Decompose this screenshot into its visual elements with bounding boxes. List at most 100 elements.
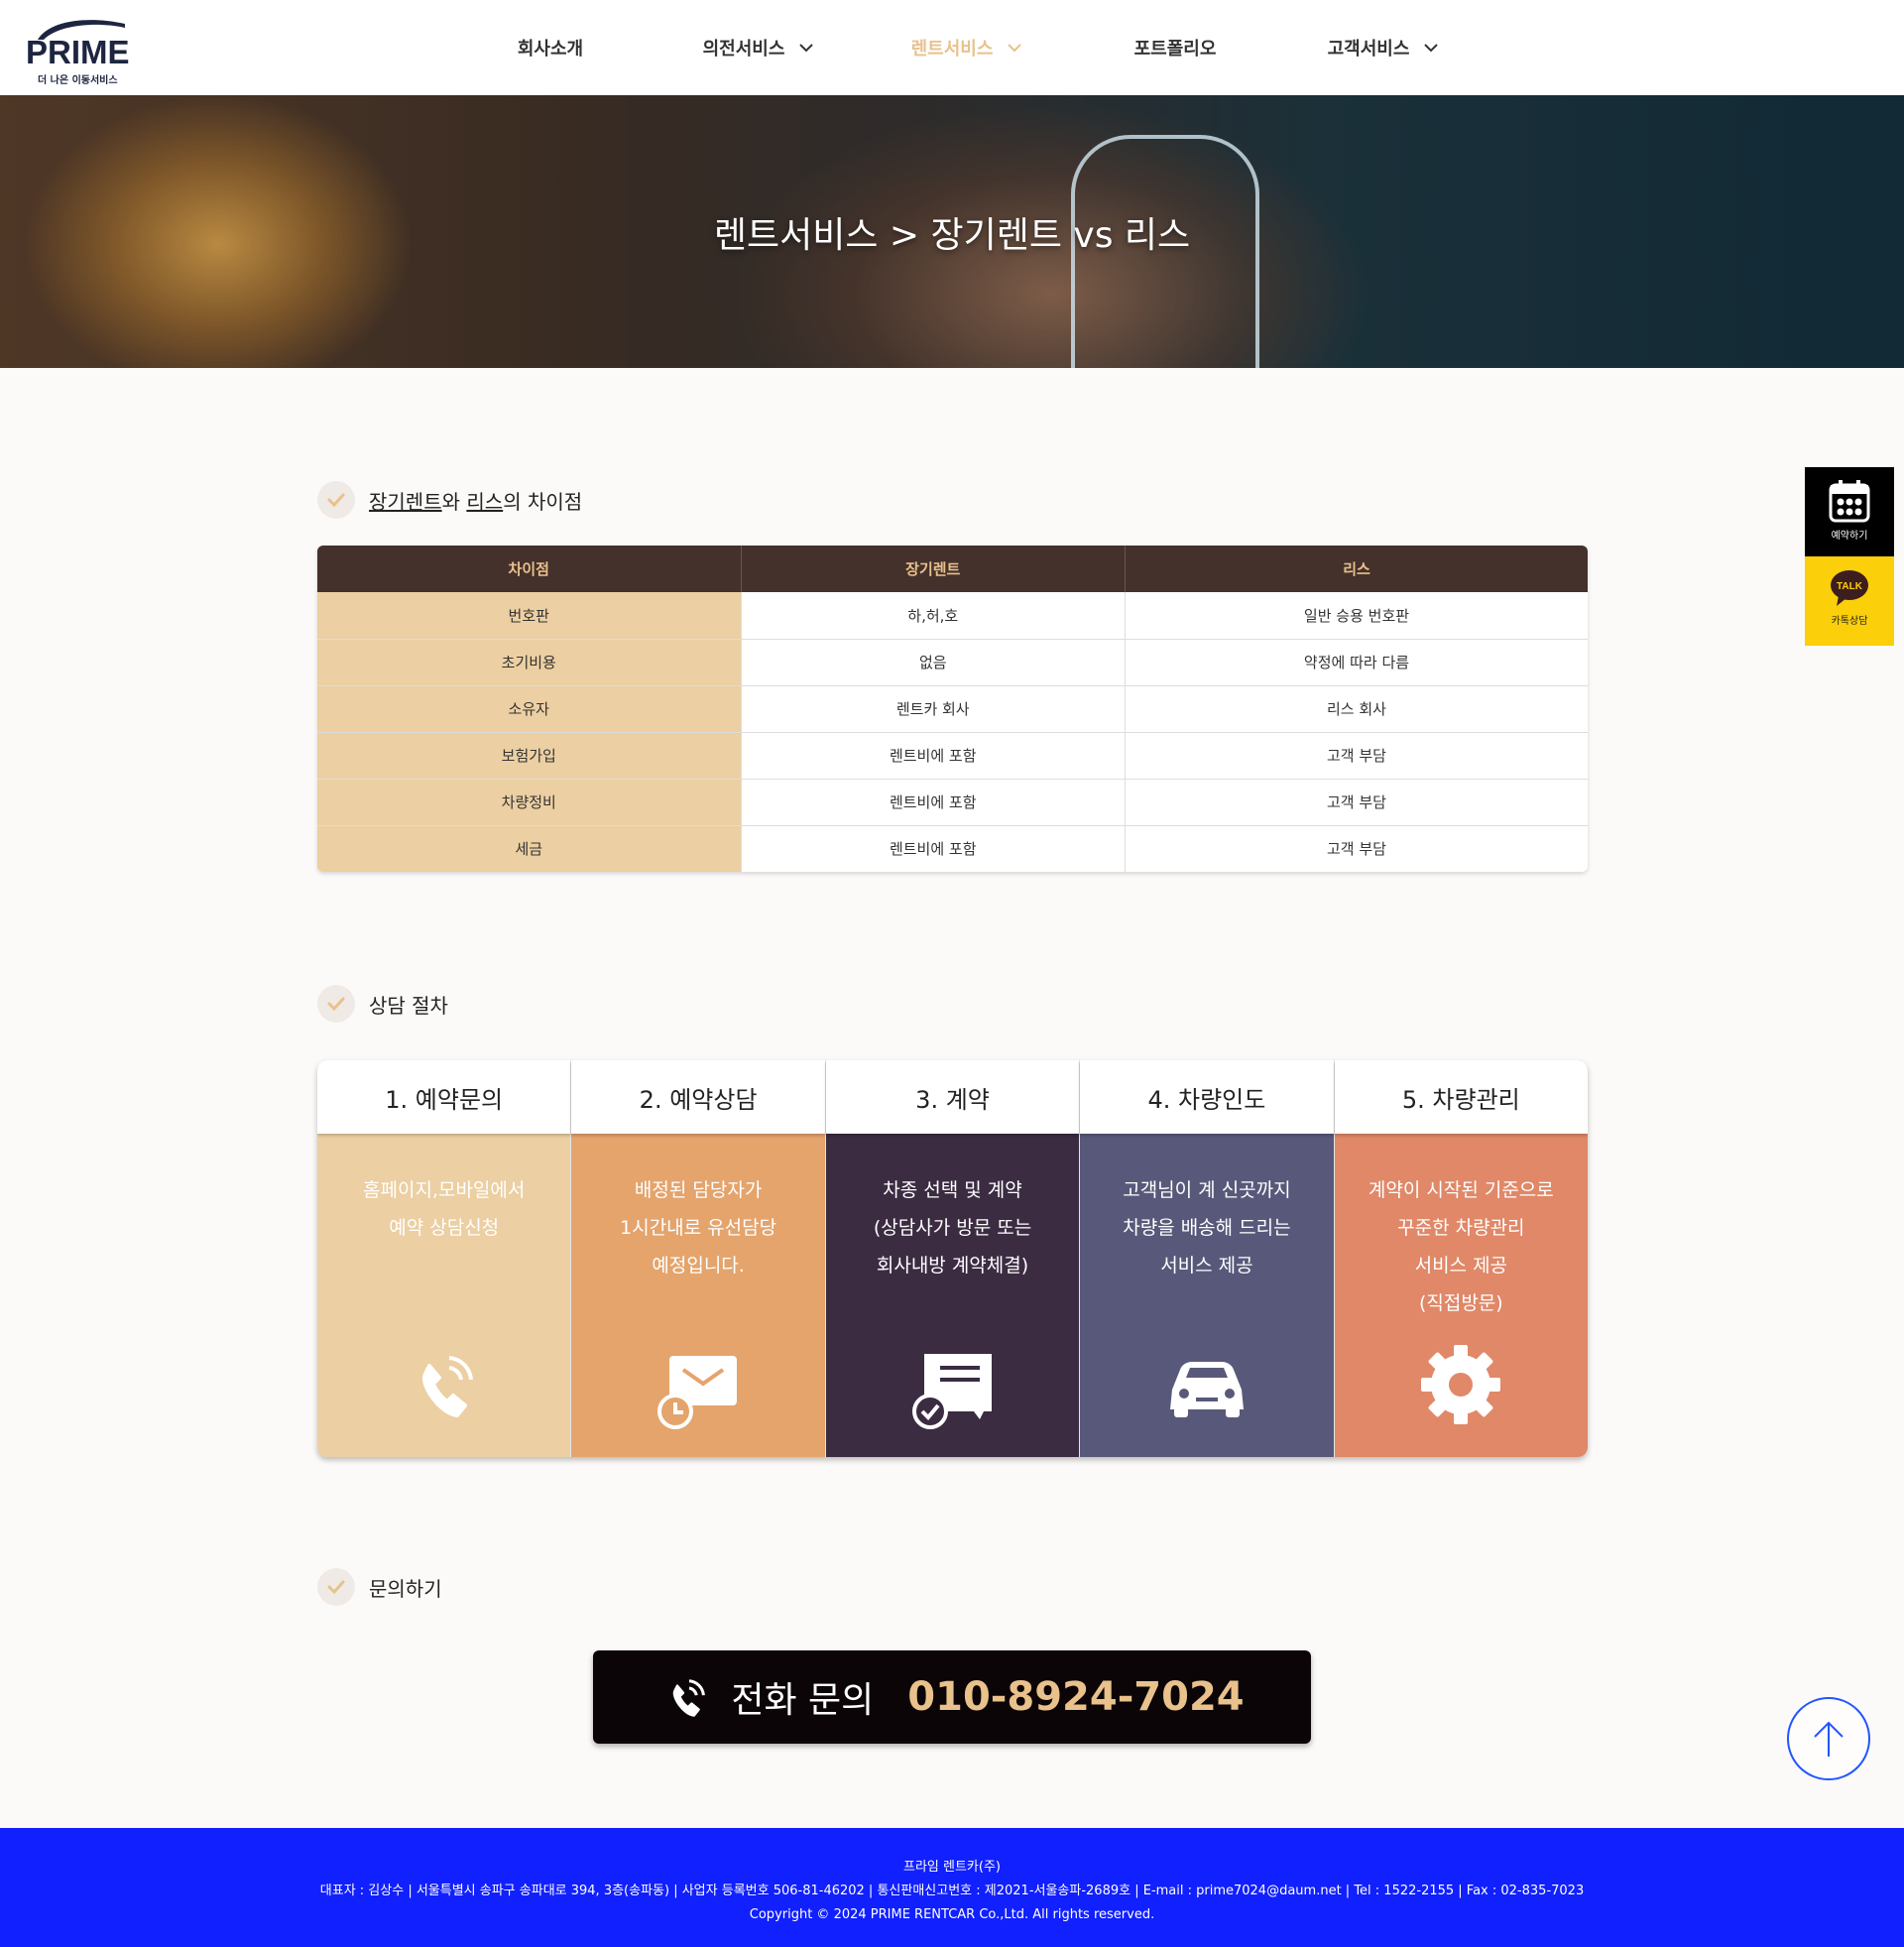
chevron-down-icon bbox=[1424, 44, 1439, 53]
nav-item-label: 렌트서비스 bbox=[910, 39, 994, 60]
footer-company: 프라임 렌트카(주) bbox=[903, 1860, 1001, 1875]
hero-banner: 렌트서비스 > 장기렌트 vs 리스 bbox=[0, 95, 1904, 368]
svg-text:TALK: TALK bbox=[1837, 581, 1863, 592]
inquiry-section-title: 문의하기 bbox=[317, 1568, 442, 1606]
step-desc-line: 고객님이 계 신곳까지 bbox=[1123, 1179, 1291, 1201]
procedure-section-title: 상담 절차 bbox=[317, 985, 448, 1023]
table-cell: 렌트비에 포함 bbox=[741, 732, 1126, 780]
table-row: 차량정비 렌트비에 포함 고객 부담 bbox=[317, 779, 1588, 826]
table-row: 세금 렌트비에 포함 고객 부담 bbox=[317, 825, 1588, 872]
nav-item-label: 회사소개 bbox=[517, 39, 584, 60]
step-desc-line: 배정된 담당자가 bbox=[634, 1179, 763, 1201]
step-desc-line: 서비스 제공 bbox=[1160, 1255, 1253, 1277]
hero-title: 렌트서비스 > 장기렌트 vs 리스 bbox=[713, 215, 1191, 256]
step-title: 4. 차량인도 bbox=[1080, 1060, 1334, 1134]
kakaotalk-label: 카톡상담 bbox=[1831, 616, 1868, 627]
table-cell: 없음 bbox=[741, 639, 1126, 686]
step-desc-line: (직접방문) bbox=[1418, 1292, 1503, 1314]
calendar-icon bbox=[1829, 480, 1870, 523]
site-header: PRIME 더 나은 이동서비스 회사소개 의전서비스 렌트서비스 포트폴리오 고객서비… bbox=[0, 0, 1904, 95]
step-4: 4. 차량인도 고객님이 계 신곳까지 차량을 배송해 드리는 서비스 제공 bbox=[1080, 1060, 1335, 1457]
table-cell: 렌트비에 포함 bbox=[741, 825, 1126, 872]
table-row: 초기비용 없음 약정에 따라 다름 bbox=[317, 639, 1588, 686]
logo-text: PRIME bbox=[26, 34, 130, 70]
table-cell: 약정에 따라 다름 bbox=[1125, 639, 1588, 686]
footer-info: 대표자 : 김상수 | 서울특별시 송파구 송파대로 394, 3층(송파동) … bbox=[319, 1884, 1585, 1898]
phone-icon bbox=[673, 1679, 706, 1717]
table-cell: 렌트비에 포함 bbox=[741, 779, 1126, 826]
chevron-down-icon bbox=[1008, 44, 1022, 53]
main-nav: 회사소개 의전서비스 렌트서비스 포트폴리오 고객서비스 bbox=[446, 0, 1488, 95]
table-cell: 리스 회사 bbox=[1125, 685, 1588, 733]
nav-item-1[interactable]: 회사소개 bbox=[446, 0, 654, 95]
step-desc-line: 서비스 제공 bbox=[1414, 1255, 1508, 1277]
table-cell: 고객 부담 bbox=[1125, 779, 1588, 826]
row-label-cell: 번호판 bbox=[317, 592, 742, 640]
step-title: 5. 차량관리 bbox=[1334, 1060, 1588, 1134]
phone-label: 전화 문의 bbox=[731, 1680, 875, 1721]
comparison-section-title: 장기렌트와 리스의 차이점 bbox=[317, 481, 582, 519]
mail-clock-icon bbox=[657, 1356, 738, 1429]
step-desc-line: 꾸준한 차량관리 bbox=[1397, 1217, 1525, 1239]
step-3: 3. 계약 차종 선택 및 계약 (상담사가 방문 또는 회사내방 계약체결) bbox=[825, 1060, 1081, 1457]
step-desc-line: 회사내방 계약체결) bbox=[876, 1255, 1029, 1277]
row-label-cell: 초기비용 bbox=[317, 639, 742, 686]
booking-label: 예약하기 bbox=[1831, 531, 1868, 542]
inquiry-title-text: 문의하기 bbox=[369, 1576, 442, 1601]
contract-check-icon bbox=[911, 1354, 992, 1429]
row-label-cell: 차량정비 bbox=[317, 779, 742, 826]
nav-item-3[interactable]: 렌트서비스 bbox=[863, 0, 1071, 95]
site-footer: 프라임 렌트카(주) 대표자 : 김상수 | 서울특별시 송파구 송파대로 39… bbox=[0, 1828, 1904, 1947]
step-1: 1. 예약문의 홈페이지,모바일에서 예약 상담신청 bbox=[317, 1060, 572, 1457]
step-desc-line: 홈페이지,모바일에서 bbox=[363, 1179, 526, 1201]
check-icon bbox=[317, 481, 355, 519]
arrow-up-icon bbox=[1814, 1721, 1844, 1757]
step-desc-line: 1시간내로 유선담당 bbox=[620, 1217, 777, 1239]
nav-item-2[interactable]: 의전서비스 bbox=[654, 0, 863, 95]
nav-item-label: 고객서비스 bbox=[1327, 39, 1410, 60]
nav-item-5[interactable]: 고객서비스 bbox=[1279, 0, 1488, 95]
table-cell: 고객 부담 bbox=[1125, 825, 1588, 872]
row-label-cell: 소유자 bbox=[317, 685, 742, 733]
table-row: 소유자 렌트카 회사 리스 회사 bbox=[317, 685, 1588, 733]
procedure-steps: 1. 예약문의 홈페이지,모바일에서 예약 상담신청 2. 예약상담 배정된 담… bbox=[317, 1060, 1588, 1457]
scroll-top-button[interactable] bbox=[1787, 1697, 1870, 1780]
logo-tagline: 더 나은 이동서비스 bbox=[38, 75, 118, 86]
step-title: 3. 계약 bbox=[825, 1060, 1080, 1134]
table-cell: 렌트카 회사 bbox=[741, 685, 1126, 733]
car-icon bbox=[1169, 1362, 1244, 1417]
procedure-title-text: 상담 절차 bbox=[369, 993, 448, 1018]
step-desc-line: 계약이 시작된 기준으로 bbox=[1368, 1179, 1554, 1201]
table-row: 보험가입 렌트비에 포함 고객 부담 bbox=[317, 732, 1588, 780]
kakaotalk-float-button[interactable]: TALK 카톡상담 bbox=[1805, 556, 1894, 646]
nav-item-label: 의전서비스 bbox=[702, 39, 785, 60]
table-cell: 고객 부담 bbox=[1125, 732, 1588, 780]
gear-icon bbox=[1421, 1345, 1501, 1424]
step-desc-line: 예약 상담신청 bbox=[389, 1217, 500, 1239]
step-title: 2. 예약상담 bbox=[571, 1060, 825, 1134]
nav-item-4[interactable]: 포트폴리오 bbox=[1071, 0, 1279, 95]
step-desc-line: 예정입니다. bbox=[652, 1255, 745, 1277]
logo[interactable]: PRIME 더 나은 이동서비스 bbox=[24, 12, 133, 86]
table-header-cell: 리스 bbox=[1125, 546, 1588, 592]
booking-float-button[interactable]: 예약하기 bbox=[1805, 467, 1894, 556]
table-cell: 하,허,호 bbox=[741, 592, 1126, 640]
comparison-table: 차이점 장기렌트 리스 번호판 하,허,호 일반 승용 번호판 초기비용 없음 약정에 따라 … bbox=[317, 546, 1588, 872]
step-title: 1. 예약문의 bbox=[317, 1060, 571, 1134]
comparison-title-text: 장기렌트와 리스의 차이점 bbox=[369, 489, 583, 514]
step-desc-line: (상담사가 방문 또는 bbox=[873, 1217, 1032, 1239]
phone-inquiry-button[interactable]: 전화 문의 010-8924-7024 bbox=[593, 1650, 1311, 1744]
table-header-cell: 장기렌트 bbox=[741, 546, 1126, 592]
step-desc-line: 차량을 배송해 드리는 bbox=[1123, 1217, 1291, 1239]
table-row: 번호판 하,허,호 일반 승용 번호판 bbox=[317, 592, 1588, 640]
check-icon bbox=[317, 1568, 355, 1606]
footer-copyright: Copyright © 2024 PRIME RENTCAR Co.,Ltd. … bbox=[749, 1907, 1155, 1922]
phone-number: 010-8924-7024 bbox=[907, 1674, 1245, 1720]
table-cell: 일반 승용 번호판 bbox=[1125, 592, 1588, 640]
check-icon bbox=[317, 985, 355, 1023]
table-header-cell: 차이점 bbox=[317, 546, 742, 592]
chevron-down-icon bbox=[799, 44, 814, 53]
phone-icon bbox=[421, 1356, 473, 1417]
step-2: 2. 예약상담 배정된 담당자가 1시간내로 유선담당 예정입니다. bbox=[571, 1060, 826, 1457]
row-label-cell: 세금 bbox=[317, 825, 742, 872]
